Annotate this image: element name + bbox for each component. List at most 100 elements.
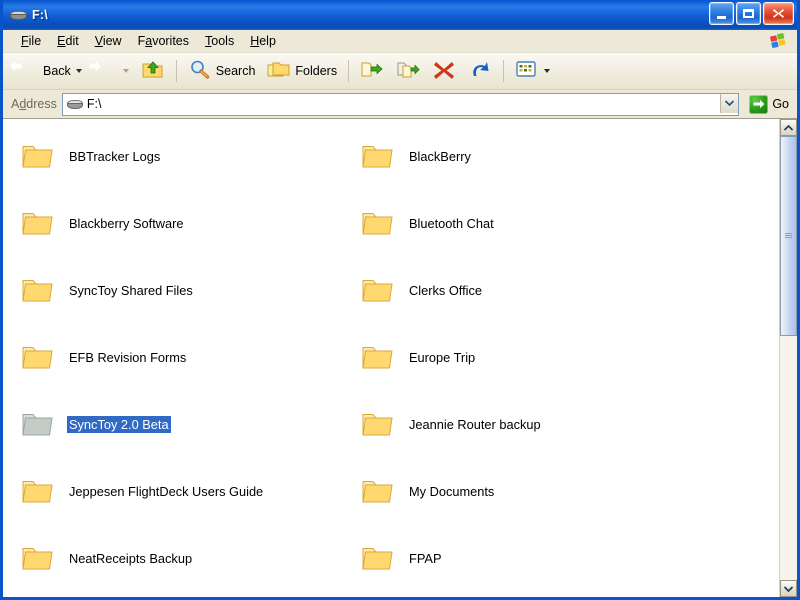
search-label: Search (215, 64, 256, 78)
explorer-window: F:\ File Edit View Favorites Tools Help (0, 0, 800, 600)
file-list-item-label: BlackBerry (409, 148, 471, 164)
file-list-item[interactable]: FPAP (343, 535, 779, 581)
undo-button[interactable] (462, 55, 498, 87)
menu-bar: File Edit View Favorites Tools Help (3, 30, 797, 53)
folder-icon (21, 208, 55, 238)
delete-x-icon (432, 59, 456, 83)
file-list-item[interactable]: Bluetooth Chat (343, 200, 779, 246)
scroll-down-icon (784, 585, 793, 592)
file-list-item[interactable]: SyncToy 2.0 Beta (3, 401, 343, 447)
menu-item-tools[interactable]: Tools (197, 32, 242, 50)
file-list-item-label: Europe Trip (409, 349, 476, 365)
menu-item-view[interactable]: View (87, 32, 130, 50)
views-button[interactable] (509, 55, 556, 87)
toolbar-separator (175, 60, 177, 82)
folders-label: Folders (295, 64, 338, 78)
scroll-up-icon (784, 124, 793, 131)
scrollbar-thumb[interactable] (780, 136, 797, 336)
chevron-down-icon (725, 100, 735, 106)
file-list-item[interactable]: NeatReceipts Backup (3, 535, 343, 581)
back-button[interactable]: Back (9, 55, 88, 87)
address-value: F:\ (86, 97, 102, 111)
scroll-up-button[interactable] (780, 119, 797, 136)
folder-icon (361, 409, 395, 439)
folder-icon (21, 141, 55, 171)
menu-item-edit[interactable]: Edit (49, 32, 87, 50)
file-list-item-label: FPAP (409, 550, 442, 566)
address-input[interactable]: F:\ (61, 92, 740, 116)
go-label: Go (772, 97, 789, 111)
file-list-item[interactable]: BlackBerry (343, 133, 779, 179)
vertical-scrollbar[interactable] (779, 119, 797, 597)
forward-dropdown-chevron-icon (122, 69, 129, 73)
file-list-item-label: SyncToy 2.0 Beta (67, 415, 171, 433)
file-list-item-label: BBTracker Logs (69, 148, 161, 164)
folder-icon (361, 141, 395, 171)
drive-icon (66, 98, 83, 111)
maximize-button[interactable] (736, 2, 761, 25)
file-list-item[interactable]: My Documents (343, 468, 779, 514)
file-list-item[interactable]: BBTracker Logs (3, 133, 343, 179)
file-list[interactable]: BBTracker Logs BlackBerry Blackberry Softw… (3, 119, 779, 597)
file-list-item[interactable]: Europe Trip (343, 334, 779, 380)
folder-icon (21, 476, 55, 506)
up-button[interactable] (135, 55, 171, 87)
back-label: Back (43, 64, 71, 78)
folders-button[interactable]: Folders (261, 55, 343, 87)
copy-to-button[interactable] (390, 55, 426, 87)
undo-arrow-icon (468, 59, 492, 83)
file-list-item-label: Bluetooth Chat (409, 215, 494, 231)
file-list-item-label: NeatReceipts Backup (69, 550, 193, 566)
folder-icon (21, 543, 55, 573)
menu-item-file[interactable]: File (13, 32, 49, 50)
window-controls (709, 2, 794, 25)
close-button[interactable] (763, 2, 794, 25)
delete-button[interactable] (426, 55, 462, 87)
scrollbar-track[interactable] (780, 136, 797, 580)
address-label: Address (11, 97, 57, 111)
minimize-button[interactable] (709, 2, 734, 25)
go-button[interactable]: Go (745, 94, 793, 114)
copy-to-folder-icon (396, 59, 420, 83)
menu-item-favorites[interactable]: Favorites (130, 32, 197, 50)
address-dropdown-button[interactable] (720, 93, 739, 113)
file-list-item-label: SyncToy Shared Files (69, 282, 193, 298)
file-list-item-label: Blackberry Software (69, 215, 184, 231)
drive-icon (9, 8, 27, 22)
file-list-item-label: My Documents (409, 483, 495, 499)
title-bar: F:\ (3, 0, 797, 30)
scrollbar-grip-icon (785, 232, 792, 239)
file-list-item[interactable]: Jeppesen FlightDeck Users Guide (3, 468, 343, 514)
folder-icon (361, 275, 395, 305)
toolbar-separator-3 (503, 60, 505, 82)
move-to-button[interactable] (354, 55, 390, 87)
file-list-item[interactable]: Jeannie Router backup (343, 401, 779, 447)
window-title: F:\ (32, 8, 48, 22)
back-arrow-icon (10, 59, 39, 83)
file-list-item[interactable]: EFB Revision Forms (3, 334, 343, 380)
views-icon (515, 59, 539, 83)
file-list-item[interactable]: Blackberry Software (3, 200, 343, 246)
folder-icon (361, 208, 395, 238)
address-bar: Address F:\ Go (3, 90, 797, 119)
folders-icon (267, 59, 291, 83)
back-dropdown-chevron-icon[interactable] (75, 69, 82, 73)
folder-icon (361, 342, 395, 372)
forward-arrow-icon (89, 59, 118, 83)
search-button[interactable]: Search (182, 55, 262, 87)
scroll-down-button[interactable] (780, 580, 797, 597)
views-dropdown-chevron-icon[interactable] (544, 69, 551, 73)
toolbar: Back Search Folders (3, 53, 797, 90)
file-list-item-label: EFB Revision Forms (69, 349, 187, 365)
file-list-item-label: Clerks Office (409, 282, 483, 298)
file-list-item[interactable]: Clerks Office (343, 267, 779, 313)
forward-button (88, 55, 135, 87)
file-list-item[interactable]: SyncToy Shared Files (3, 267, 343, 313)
go-arrow-icon (749, 94, 769, 114)
menu-item-help[interactable]: Help (242, 32, 284, 50)
close-icon (773, 9, 784, 18)
windows-flag-logo (770, 33, 786, 48)
search-magnifier-icon (188, 59, 212, 83)
folder-icon (21, 275, 55, 305)
up-folder-icon (141, 59, 165, 83)
